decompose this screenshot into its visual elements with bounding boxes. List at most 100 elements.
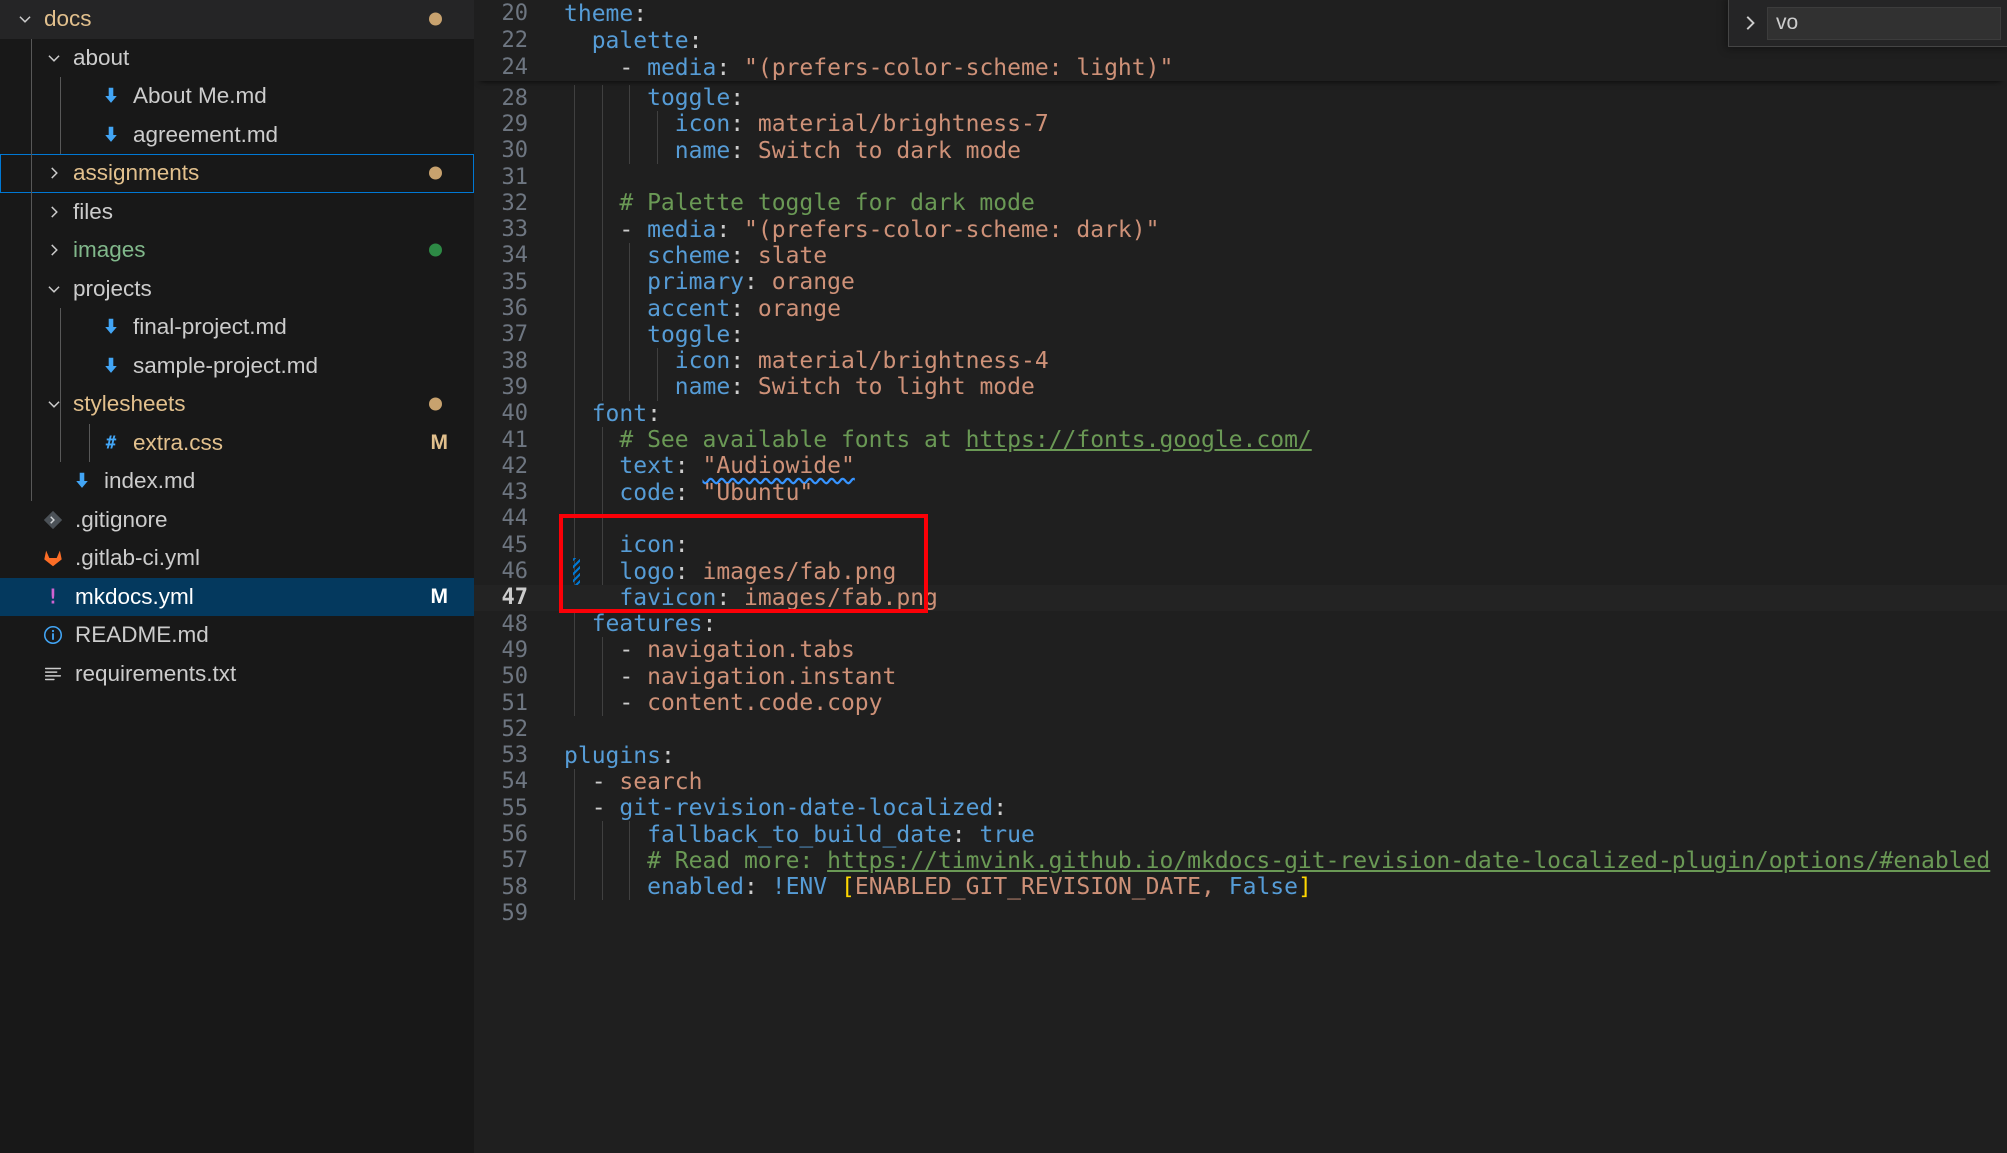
- code-text: plugins:: [564, 743, 2007, 769]
- code-line-35[interactable]: 35 primary: orange: [474, 269, 2007, 295]
- file-explorer-sidebar[interactable]: docs about About Me.md agreement.md assignme…: [0, 0, 474, 1153]
- find-input-wrap[interactable]: [1767, 6, 2001, 40]
- code-line-43[interactable]: 43 code: "Ubuntu": [474, 480, 2007, 506]
- tree-item-images[interactable]: images: [0, 231, 474, 270]
- token: :: [730, 242, 758, 269]
- tree-item-extra-css[interactable]: # extra.css M: [0, 424, 474, 463]
- code-line-44[interactable]: 44: [474, 506, 2007, 532]
- code-text: icon:: [564, 532, 2007, 558]
- tree-item-agreement-md[interactable]: agreement.md: [0, 116, 474, 155]
- code-line-36[interactable]: 36 accent: orange: [474, 295, 2007, 322]
- line-number: 31: [501, 164, 529, 190]
- code-line-56[interactable]: 56 fallback_to_build_date: true: [474, 821, 2007, 848]
- find-widget[interactable]: [1728, 0, 2007, 47]
- token: material/brightness-7: [757, 111, 1049, 138]
- code-line-52[interactable]: 52: [474, 716, 2007, 742]
- token: primary: [647, 269, 745, 296]
- tree-item-final-project-md[interactable]: final-project.md: [0, 308, 474, 347]
- chevron-right-icon[interactable]: [41, 203, 67, 221]
- code-line-59[interactable]: 59: [474, 900, 2007, 926]
- code-line-29[interactable]: 29 icon: material/brightness-7: [474, 111, 2007, 137]
- tree-item-readme-md[interactable]: README.md: [0, 616, 474, 655]
- line-number: 41: [501, 427, 529, 453]
- token: scheme: [647, 242, 731, 269]
- tree-root-docs[interactable]: docs: [0, 0, 474, 39]
- chevron-right-icon[interactable]: [41, 241, 67, 259]
- token: :: [730, 348, 758, 375]
- code-text: toggle:: [564, 322, 2007, 348]
- tree-item-about[interactable]: about: [0, 39, 474, 78]
- chevron-down-icon[interactable]: [41, 395, 67, 413]
- line-number: 47: [501, 585, 529, 611]
- tree-item-requirements-txt[interactable]: requirements.txt: [0, 655, 474, 694]
- token: -: [619, 216, 648, 243]
- code-line-38[interactable]: 38 icon: material/brightness-4: [474, 348, 2007, 374]
- code-line-54[interactable]: 54 - search: [474, 769, 2007, 795]
- code-text: enabled: !ENV [ENABLED_GIT_REVISION_DATE…: [564, 874, 2007, 900]
- code-line-39[interactable]: 39 name: Switch to light mode: [474, 374, 2007, 400]
- tree-item-projects[interactable]: projects: [0, 270, 474, 309]
- code-line-46[interactable]: 46 logo: images/fab.png: [474, 558, 2007, 585]
- token: ]: [1298, 874, 1312, 901]
- line-number: 28: [501, 85, 529, 111]
- code-line-50[interactable]: 50 - navigation.instant: [474, 664, 2007, 690]
- code-line-24[interactable]: 24 - media: "(prefers-color-scheme: light…: [474, 54, 2007, 81]
- code-line-41[interactable]: 41 # See available fonts at https://fonts…: [474, 427, 2007, 453]
- token: :: [674, 558, 703, 585]
- code-line-37[interactable]: 37 toggle:: [474, 322, 2007, 348]
- code-text: scheme: slate: [564, 243, 2007, 269]
- token: -: [591, 795, 620, 822]
- code-line-30[interactable]: 30 name: Switch to dark mode: [474, 138, 2007, 164]
- token: slate: [757, 242, 828, 269]
- file-tree[interactable]: docs about About Me.md agreement.md assignme…: [0, 0, 474, 693]
- chevron-down-icon[interactable]: [41, 280, 67, 298]
- code-text: icon: material/brightness-7: [564, 111, 2007, 137]
- code-line-45[interactable]: 45 icon:: [474, 532, 2007, 558]
- gitlab-file-icon: [38, 547, 68, 569]
- token: true: [979, 821, 1035, 848]
- code-line-48[interactable]: 48 features:: [474, 611, 2007, 637]
- code-line-53[interactable]: 53 plugins:: [474, 743, 2007, 769]
- tree-item-files[interactable]: files: [0, 193, 474, 232]
- chevron-down-icon[interactable]: [12, 10, 38, 28]
- token: "Ubuntu": [702, 479, 814, 506]
- code-text: - media: "(prefers-color-scheme: light)": [564, 55, 2007, 81]
- code-line-47[interactable]: 47 favicon: images/fab.png: [474, 584, 2007, 611]
- code-line-57[interactable]: 57 # Read more: https://timvink.github.io…: [474, 848, 2007, 874]
- tree-item-label: About Me.md: [133, 83, 267, 109]
- code-line-51[interactable]: 51 - content.code.copy: [474, 690, 2007, 716]
- tree-item-mkdocs-yml[interactable]: ! mkdocs.yml M: [0, 577, 474, 616]
- code-line-49[interactable]: 49 - navigation.tabs: [474, 637, 2007, 663]
- code-editor[interactable]: 28 toggle: 29 icon: material/brightness-7 30…: [474, 0, 2007, 1153]
- tree-item-stylesheets[interactable]: stylesheets: [0, 385, 474, 424]
- code-line-32[interactable]: 32 # Palette toggle for dark mode: [474, 190, 2007, 216]
- code-line-33[interactable]: 33 - media: "(prefers-color-scheme: dark)…: [474, 217, 2007, 243]
- token: theme: [564, 0, 634, 27]
- code-line-42[interactable]: 42 text: "Audiowide": [474, 453, 2007, 479]
- tree-item-gitlab-ci-yml[interactable]: .gitlab-ci.yml: [0, 539, 474, 578]
- code-line-31[interactable]: 31: [474, 164, 2007, 190]
- line-number: 37: [501, 322, 529, 348]
- markdown-file-icon: [96, 316, 126, 338]
- code-text: - navigation.instant: [564, 664, 2007, 690]
- tree-item-gitignore[interactable]: .gitignore: [0, 501, 474, 540]
- token: font: [591, 400, 648, 427]
- tree-item-about-me-md[interactable]: About Me.md: [0, 77, 474, 116]
- tree-item-index-md[interactable]: index.md: [0, 462, 474, 501]
- tree-item-label: final-project.md: [133, 314, 287, 340]
- code-line-58[interactable]: 58 enabled: !ENV [ENABLED_GIT_REVISION_DA…: [474, 874, 2007, 900]
- code-line-55[interactable]: 55 - git-revision-date-localized:: [474, 795, 2007, 821]
- find-input[interactable]: [1776, 11, 1992, 35]
- chevron-down-icon[interactable]: [41, 49, 67, 67]
- code-line-34[interactable]: 34 scheme: slate: [474, 243, 2007, 269]
- code-line-40[interactable]: 40 font:: [474, 401, 2007, 427]
- code-line-28[interactable]: 28 toggle:: [474, 85, 2007, 111]
- code-text: features:: [564, 611, 2007, 637]
- token: media: [647, 216, 717, 243]
- line-number: 49: [501, 637, 529, 663]
- chevron-right-icon[interactable]: [1733, 6, 1767, 40]
- tree-item-sample-project-md[interactable]: sample-project.md: [0, 347, 474, 386]
- token: :: [730, 111, 758, 138]
- chevron-right-icon[interactable]: [41, 164, 67, 182]
- tree-item-assignments[interactable]: assignments: [0, 154, 474, 193]
